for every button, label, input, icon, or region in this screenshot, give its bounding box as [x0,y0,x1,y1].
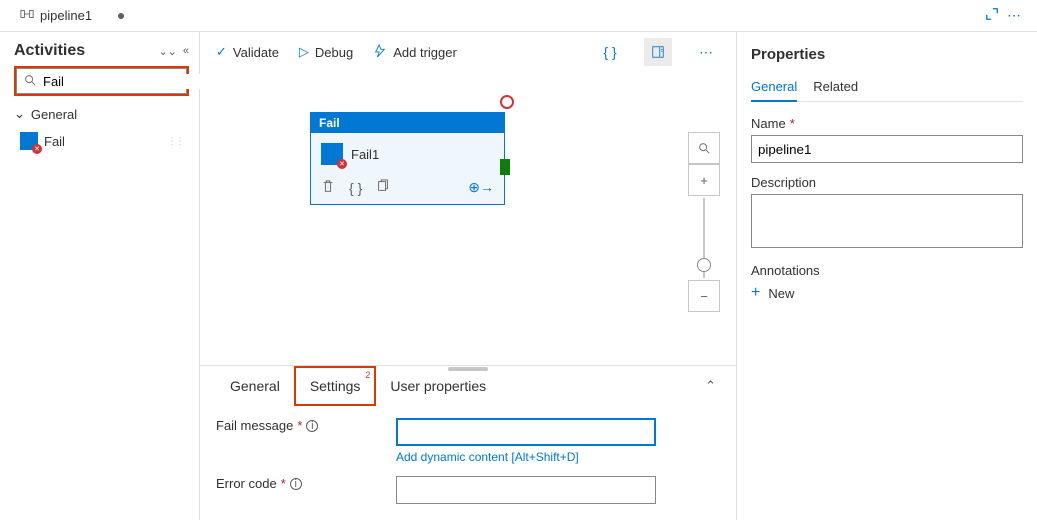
add-annotation-button[interactable]: + New [751,284,1023,302]
activity-details-panel: General Settings 2 User properties ⌃ Fai… [200,365,736,520]
fail-activity-node[interactable]: Fail Fail1 { } [310,112,505,205]
pipeline-tab-label: pipeline1 [40,8,92,23]
node-header: Fail [311,113,504,133]
fail-message-label: Fail message * i [216,418,396,433]
collapse-panel-icon[interactable]: ⌃ [701,378,720,394]
delete-icon[interactable] [321,179,335,196]
search-highlight [14,66,189,96]
error-indicator-icon [500,95,514,109]
node-name: Fail1 [351,147,379,162]
plus-icon: + [751,284,760,302]
fail-message-input[interactable] [396,418,656,446]
activities-sidebar: Activities ⌄⌄ « ⌄ General [0,32,200,520]
props-tab-general[interactable]: General [751,73,797,102]
category-label: General [31,107,77,122]
activities-search[interactable] [16,68,187,94]
toolbar-more-button[interactable]: ⋯ [692,38,720,66]
top-tab-bar: pipeline1 ⋯ [0,0,1037,32]
category-general[interactable]: ⌄ General [14,102,189,126]
zoom-out-button[interactable]: − [688,280,720,312]
braces-icon[interactable]: { } [349,180,362,196]
properties-toggle-button[interactable] [644,38,672,66]
trigger-icon [373,44,387,61]
properties-panel: Properties General Related Name* Descrip… [737,32,1037,520]
error-code-input[interactable] [396,476,656,504]
code-view-button[interactable]: { } [596,38,624,66]
error-code-label: Error code * i [216,476,396,491]
info-icon[interactable]: i [290,478,302,490]
pipeline-tab[interactable]: pipeline1 [8,0,136,31]
chevron-down-icon: ⌄ [14,106,25,122]
zoom-slider[interactable] [703,198,705,278]
pipeline-icon [20,7,34,24]
add-dynamic-content-link[interactable]: Add dynamic content [Alt+Shift+D] [396,450,656,464]
annotations-label: Annotations [751,263,1023,278]
pipeline-description-input[interactable] [751,194,1023,248]
tab-user-properties[interactable]: User properties [376,366,500,406]
check-icon: ✓ [216,44,227,60]
fail-activity-icon [20,132,38,150]
activity-label: Fail [44,134,65,149]
sidebar-title: Activities [14,42,85,60]
collapse-down-icon[interactable]: ⌄⌄ [158,45,176,58]
search-input[interactable] [43,74,219,89]
debug-button[interactable]: ▷ Debug [299,44,353,60]
play-icon: ▷ [299,44,309,60]
zoom-thumb[interactable] [697,258,711,272]
properties-title: Properties [751,46,1023,63]
tab-settings[interactable]: Settings 2 [294,366,377,406]
pipeline-name-input[interactable] [751,135,1023,163]
collapse-left-icon[interactable]: « [183,45,189,58]
name-label: Name* [751,116,1023,131]
settings-error-badge: 2 [365,370,370,380]
tab-general[interactable]: General [216,366,294,406]
drag-grip-icon[interactable]: ⋮⋮ [167,136,183,147]
info-icon[interactable]: i [306,420,318,432]
zoom-controls: + − [688,132,720,312]
expand-icon[interactable] [985,7,999,24]
props-tab-related[interactable]: Related [813,73,858,101]
activity-fail[interactable]: Fail ⋮⋮ [14,128,189,154]
unsaved-dot-icon [118,13,124,19]
more-icon[interactable]: ⋯ [1007,7,1021,24]
fit-to-screen-button[interactable] [688,132,720,164]
canvas-toolbar: ✓ Validate ▷ Debug Add trigger { } [200,32,736,72]
fail-icon [321,143,343,165]
search-icon [23,73,37,90]
validate-button[interactable]: ✓ Validate [216,44,279,60]
success-connector[interactable] [500,159,510,175]
copy-icon[interactable] [376,179,390,196]
zoom-in-button[interactable]: + [688,164,720,196]
add-output-icon[interactable]: ⊕→ [468,179,494,196]
description-label: Description [751,175,1023,190]
pipeline-canvas[interactable]: Fail Fail1 { } [200,72,736,365]
add-trigger-button[interactable]: Add trigger [373,44,457,61]
